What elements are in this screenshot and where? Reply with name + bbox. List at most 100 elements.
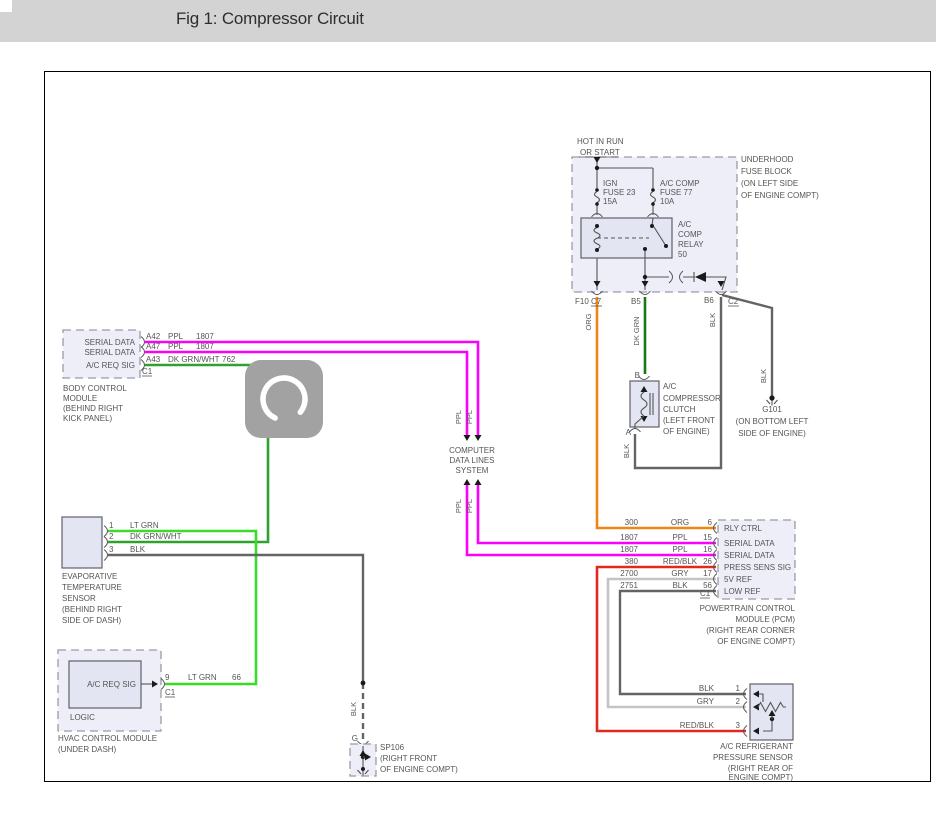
connector-label: C2 xyxy=(728,297,739,306)
wire-color-label: RED/BLK xyxy=(680,721,715,730)
wire-color-label: PPL xyxy=(168,332,184,341)
pin-label: 2 xyxy=(109,532,114,541)
connector-label: C1 xyxy=(700,589,711,598)
data-lines-caption-line: SYSTEM xyxy=(456,466,489,475)
switch-contact-dot xyxy=(650,224,654,228)
junction-dot xyxy=(643,275,647,279)
circuit-number: 1807 xyxy=(620,533,638,542)
sensor-caption-line: (RIGHT REAR OF xyxy=(728,764,793,773)
fuse-end-dot xyxy=(651,188,655,192)
pcm-port-label: SERIAL DATA xyxy=(724,539,775,548)
pcm-port-label: PRESS SENS SIG xyxy=(724,563,791,572)
pin-label: A42 xyxy=(146,332,161,341)
fuse-block-caption-line: FUSE BLOCK xyxy=(741,167,792,176)
clutch-caption-line: A/C xyxy=(663,382,677,391)
pcm-port-label: SERIAL DATA xyxy=(724,551,775,560)
circuit-number: 2751 xyxy=(620,581,638,590)
diagram-border xyxy=(45,72,931,782)
coil-dot xyxy=(595,248,599,252)
sp106-caption-line: (RIGHT FRONT xyxy=(380,754,437,763)
g101-caption-line: G101 xyxy=(762,405,782,414)
wire-color-label: ORG xyxy=(671,518,689,527)
circuit-number: 1807 xyxy=(196,332,214,341)
sp106-caption-line: SP106 xyxy=(380,743,405,752)
wire-color-label: DK GRN/WHT xyxy=(168,355,220,364)
connector-label: C7 xyxy=(591,297,602,306)
relay-label-line: 50 xyxy=(678,250,687,259)
pin-label: B xyxy=(635,371,640,380)
pin-label: 26 xyxy=(703,557,712,566)
relay-label-line: A/C xyxy=(678,220,692,229)
fuse-end-dot xyxy=(651,202,655,206)
circuit-number: 1807 xyxy=(620,545,638,554)
wire-tag: ORG xyxy=(584,313,593,330)
clutch-caption-line: OF ENGINE) xyxy=(663,427,710,436)
wire-color-label: LT GRN xyxy=(188,673,217,682)
pin-label: G xyxy=(352,734,358,743)
fuse-label-line: FUSE 23 xyxy=(603,188,636,197)
circuit-number: 66 xyxy=(232,673,241,682)
data-lines-caption-line: DATA LINES xyxy=(449,456,494,465)
sp106-caption-line: OF ENGINE COMPT) xyxy=(380,765,458,774)
pin-label: 16 xyxy=(703,545,712,554)
sensor-caption-line: PRESSURE SENSOR xyxy=(713,753,793,762)
wire-tag: BLK xyxy=(622,444,631,458)
circuit-number: 2700 xyxy=(620,569,638,578)
evap-caption-line: EVAPORATIVE xyxy=(62,572,117,581)
bcm-port-label: SERIAL DATA xyxy=(84,338,135,347)
g101-caption-line: SIDE OF ENGINE) xyxy=(738,429,806,438)
fuse-end-dot xyxy=(595,202,599,206)
wire-color-label: GRY xyxy=(697,697,715,706)
clutch-caption-line: CLUTCH xyxy=(663,405,696,414)
wiring-diagram-canvas: HOT IN RUN OR START UNDERHOOD FUSE BLOCK… xyxy=(0,0,936,814)
bcm-caption-line: (BEHIND RIGHT xyxy=(63,404,123,413)
circuit-number: 1807 xyxy=(196,342,214,351)
circuit-number: 762 xyxy=(222,355,236,364)
pin-label: 15 xyxy=(703,533,712,542)
wire-tag: BLK xyxy=(759,369,768,383)
wire-tag: PPL xyxy=(454,499,463,513)
pin-label: 1 xyxy=(109,521,114,530)
wire-tag: PPL xyxy=(465,410,474,424)
evap-box xyxy=(62,517,102,568)
g101-caption-line: (ON BOTTOM LEFT xyxy=(736,417,809,426)
wire-color-label: BLK xyxy=(672,581,688,590)
wire-tag: PPL xyxy=(454,410,463,424)
hvac-logic-label: LOGIC xyxy=(70,713,95,722)
pcm-caption-line: (RIGHT REAR CORNER xyxy=(706,626,795,635)
evap-caption-line: TEMPERATURE xyxy=(62,583,122,592)
pin-label: 3 xyxy=(109,545,114,554)
sensor-caption-line: ENGINE COMPT) xyxy=(729,773,794,782)
figure-page: Fig 1: Compressor Circuit xyxy=(0,0,936,814)
wire-color-label: BLK xyxy=(130,545,146,554)
pin-label: 9 xyxy=(165,673,170,682)
pin-label: 6 xyxy=(708,518,713,527)
pin-label: A xyxy=(626,428,632,437)
fuse-label-line: A/C COMP xyxy=(660,179,700,188)
wire-tag: BLK xyxy=(349,702,358,716)
relay-label-line: COMP xyxy=(678,230,702,239)
pin-label: B6 xyxy=(704,296,714,305)
clutch-caption-line: (LEFT FRONT xyxy=(663,416,715,425)
bcm-caption-line: MODULE xyxy=(63,394,97,403)
bcm-caption-line: BODY CONTROL xyxy=(63,384,127,393)
junction-dot xyxy=(361,681,366,686)
hvac-signal-label: A/C REQ SIG xyxy=(87,680,136,689)
connector-label: C1 xyxy=(165,688,176,697)
wire-color-label: LT GRN xyxy=(130,521,159,530)
loading-spinner-icon xyxy=(245,360,323,438)
evap-caption-line: (BEHIND RIGHT xyxy=(62,605,122,614)
data-lines-caption-line: COMPUTER xyxy=(449,446,495,455)
pcm-port-label: LOW REF xyxy=(724,587,761,596)
circuit-number: 380 xyxy=(625,557,639,566)
ac-comp-relay: A/C COMP RELAY 50 xyxy=(581,214,704,260)
coil-dot xyxy=(595,224,599,228)
wire-color-label: PPL xyxy=(672,533,688,542)
pin-label: 3 xyxy=(736,721,741,730)
fuse-block-caption-line: UNDERHOOD xyxy=(741,155,794,164)
wire-color-label: PPL xyxy=(672,545,688,554)
pin-label: A47 xyxy=(146,342,161,351)
fuse-block-caption-line: (ON LEFT SIDE xyxy=(741,179,798,188)
pin-label: A43 xyxy=(146,355,161,364)
hvac-caption-line: HVAC CONTROL MODULE xyxy=(58,734,157,743)
